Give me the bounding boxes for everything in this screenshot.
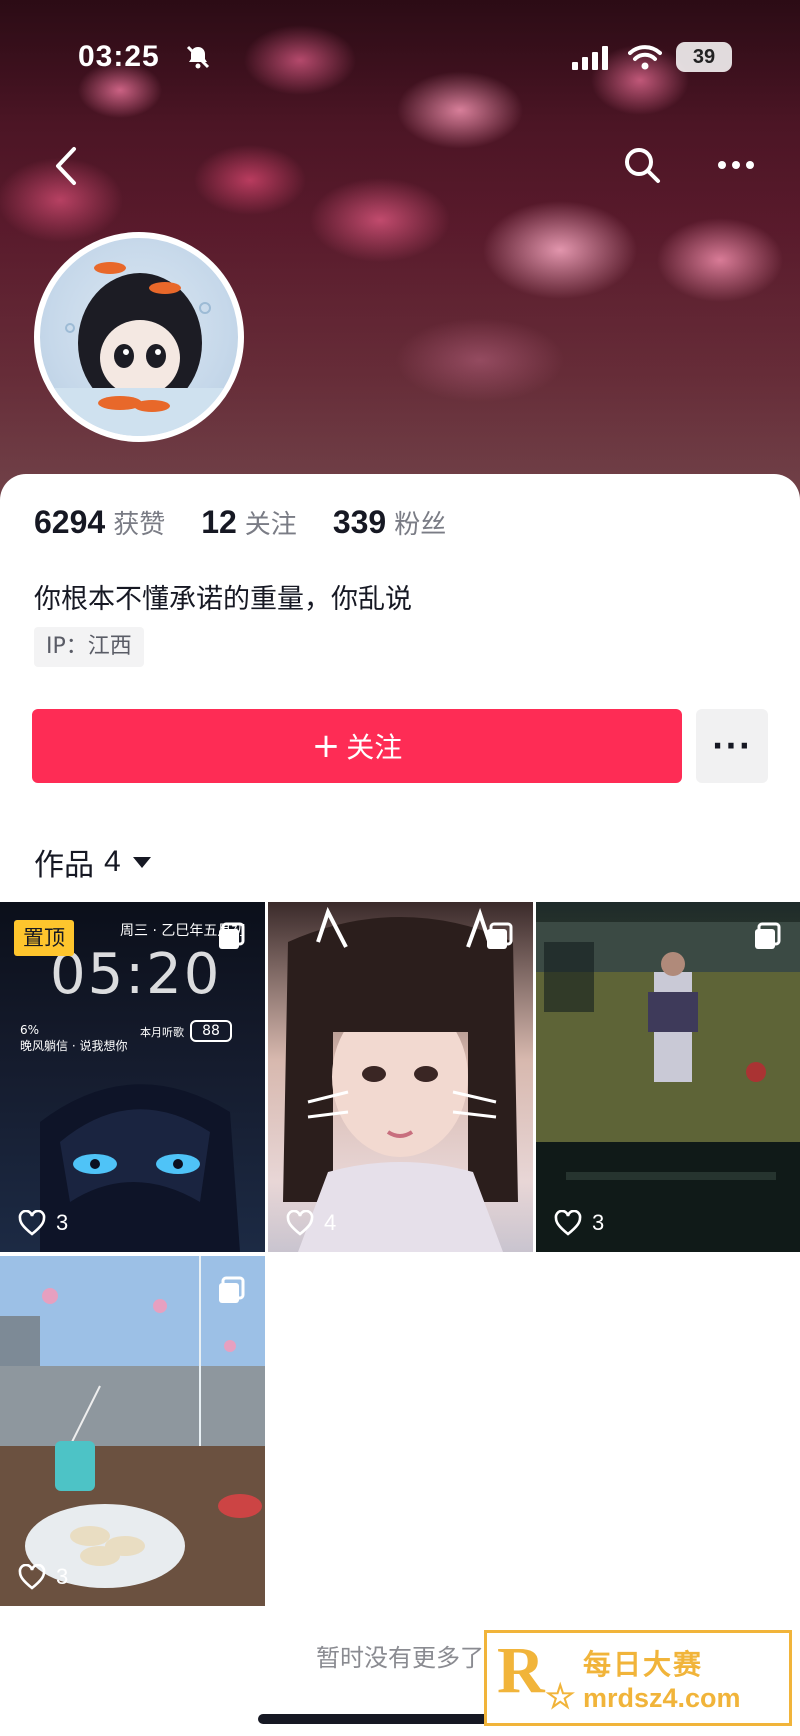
multi-image-icon	[219, 1276, 245, 1303]
caret-down-icon	[132, 856, 151, 868]
like-count: 4	[286, 1210, 336, 1236]
status-bar: 03:25 39	[0, 40, 800, 80]
watermark-text: 每日大赛 mrdsz4.com	[583, 1643, 741, 1714]
avatar-illustration	[40, 262, 238, 436]
works-tab-label: 作品	[34, 848, 94, 883]
like-count-value: 4	[324, 1210, 337, 1235]
wifi-icon	[628, 45, 662, 70]
star-icon: ☆	[545, 1679, 576, 1716]
stat-likes-number: 6294	[34, 504, 106, 540]
lock-widget-battery: 6%	[20, 1023, 40, 1037]
lock-widget-number: 88	[190, 1020, 232, 1042]
stat-following-number: 12	[201, 504, 237, 540]
multi-image-icon	[219, 922, 245, 949]
tile-3-thumbnail	[536, 922, 800, 1252]
like-count: 3	[554, 1210, 604, 1236]
watermark-url: mrdsz4.com	[583, 1682, 741, 1713]
back-icon[interactable]	[48, 145, 84, 187]
heart-icon	[554, 1210, 582, 1236]
lock-widget-music: 6% 晚风躺信 · 说我想你	[20, 1022, 127, 1054]
multi-image-icon	[487, 922, 513, 949]
multi-image-icon	[755, 922, 781, 949]
battery-indicator: 39	[676, 42, 732, 72]
more-icon[interactable]	[714, 150, 758, 180]
stat-following[interactable]: 12 关注	[201, 504, 297, 541]
stat-followers-number: 339	[332, 504, 387, 540]
heart-icon	[18, 1210, 46, 1236]
stat-likes[interactable]: 6294 获赞	[34, 504, 165, 541]
heart-icon	[18, 1564, 46, 1590]
profile-stats: 6294 获赞 12 关注 339 粉丝	[34, 504, 482, 548]
watermark-letter: R	[497, 1634, 545, 1707]
like-count: 3	[18, 1564, 68, 1590]
watermark-r-icon: R ☆	[497, 1633, 577, 1723]
bio-text: 你根本不懂承诺的重量，你乱说	[34, 584, 412, 615]
more-actions-label: ···	[711, 728, 753, 764]
lock-time: 05:20	[50, 942, 222, 1007]
work-tile[interactable]: 3	[0, 1256, 265, 1606]
like-count-value: 3	[56, 1564, 69, 1589]
stat-followers[interactable]: 339 粉丝	[333, 504, 446, 541]
more-actions-button[interactable]: ···	[696, 709, 768, 783]
watermark-name: 每日大赛	[583, 1647, 704, 1681]
tab-works[interactable]: 作品 4	[34, 840, 151, 884]
status-time: 03:25	[78, 40, 160, 73]
lock-widget-song: 晚风躺信 · 说我想你	[20, 1039, 128, 1053]
lock-widget-month: 本月听歌	[140, 1026, 184, 1039]
bell-muted-icon	[186, 45, 210, 69]
ip-tag: IP：江西	[34, 627, 144, 667]
avatar[interactable]	[34, 232, 244, 442]
like-count: 3	[18, 1210, 68, 1236]
work-tile[interactable]: 周三 · 乙巳年五月初 05:20 6% 晚风躺信 · 说我想你 本月听歌 88…	[0, 902, 265, 1252]
tile-2-thumbnail	[283, 906, 518, 1252]
plus-icon: +	[311, 726, 341, 766]
stat-following-label: 关注	[244, 510, 297, 540]
pinned-badge: 置顶	[14, 920, 74, 956]
signal-icon	[572, 46, 608, 70]
search-icon[interactable]	[622, 145, 662, 185]
follow-button[interactable]: + 关注	[32, 709, 682, 783]
work-tile[interactable]: 4	[268, 902, 533, 1252]
watermark-logo: R ☆ 每日大赛 mrdsz4.com	[484, 1630, 792, 1726]
follow-button-label: 关注	[346, 731, 403, 764]
like-count-value: 3	[592, 1210, 605, 1235]
stat-followers-label: 粉丝	[394, 510, 447, 540]
tile-4-thumbnail	[0, 1256, 265, 1606]
profile-page: 03:25 39 6294 获赞 12 关注 339 粉丝 你根本不懂承诺的重量…	[0, 0, 800, 1736]
works-count: 4	[104, 845, 121, 878]
work-tile[interactable]: 3	[536, 902, 800, 1252]
profile-card: 6294 获赞 12 关注 339 粉丝 你根本不懂承诺的重量，你乱说 IP：江…	[0, 474, 800, 1736]
like-count-value: 3	[56, 1210, 69, 1235]
stat-likes-label: 获赞	[113, 510, 166, 540]
heart-icon	[286, 1210, 314, 1236]
